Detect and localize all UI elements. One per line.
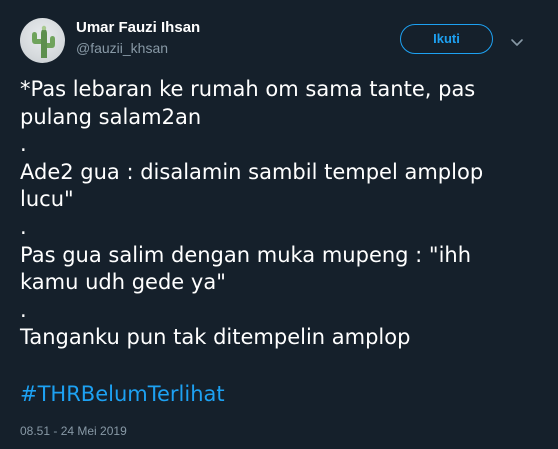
tweet-text-line: kamu udh gede ya" — [20, 270, 226, 295]
tweet-text-line: pulang salam2an — [20, 104, 202, 129]
tweet-text-line: . — [20, 132, 27, 157]
chevron-down-icon[interactable] — [510, 34, 524, 46]
tweet-text-line: . — [20, 214, 27, 239]
hashtag-link[interactable]: #THRBelumTerlihat — [20, 382, 225, 406]
tweet-text-line: lucu" — [20, 187, 74, 212]
tweet-card: Umar Fauzi Ihsan @fauzii_khsan Ikuti *Pa… — [0, 0, 558, 449]
tweet-text-line: Ade2 gua : disalamin sambil tempel amplo… — [20, 159, 484, 184]
tweet-timestamp[interactable]: 08.51 - 24 Mei 2019 — [20, 424, 127, 438]
tweet-text-line: . — [20, 297, 27, 322]
tweet-text-line: Tanganku pun tak ditempelin amplop — [20, 325, 411, 350]
user-name[interactable]: Umar Fauzi Ihsan — [76, 19, 200, 36]
avatar[interactable] — [20, 18, 65, 63]
follow-button[interactable]: Ikuti — [400, 24, 493, 54]
user-handle[interactable]: @fauzii_khsan — [76, 40, 168, 56]
tweet-text-line: *Pas lebaran ke rumah om sama tante, pas — [20, 77, 476, 101]
tweet-text-line: Pas gua salim dengan muka mupeng : "ihh — [20, 242, 472, 267]
avatar-image-icon — [32, 25, 55, 58]
tweet-text: *Pas lebaran ke rumah om sama tante, pas… — [20, 76, 540, 352]
